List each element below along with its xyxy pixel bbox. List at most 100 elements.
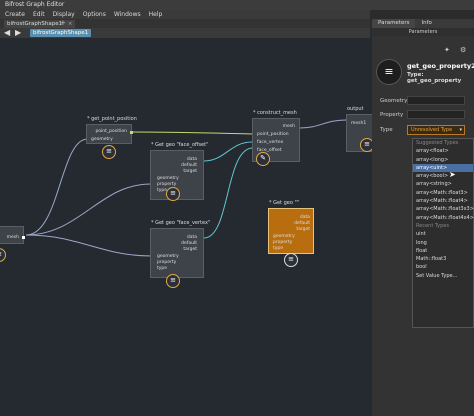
node-badge-icon[interactable]: ≡ bbox=[166, 187, 180, 201]
type-dropdown: Suggested Types array<float> array<long>… bbox=[412, 138, 474, 328]
port-data: data bbox=[186, 157, 197, 162]
tab-info[interactable]: Info bbox=[415, 19, 437, 28]
option-array-uint[interactable]: array<uint> bbox=[413, 163, 473, 173]
port-property: property bbox=[157, 260, 177, 265]
option-array-float3x3[interactable]: array<Math::float3x3> bbox=[413, 205, 474, 213]
option-long[interactable]: long bbox=[413, 239, 473, 247]
menu-display[interactable]: Display bbox=[53, 10, 75, 19]
port-mesh1: mesh1 bbox=[351, 121, 367, 126]
node-badge-icon[interactable]: ✎ bbox=[256, 152, 270, 166]
option-array-bool[interactable]: array<bool> bbox=[413, 172, 473, 180]
port-default: default bbox=[294, 221, 310, 226]
menu-bar: Create Edit Display Options Windows Help bbox=[0, 10, 370, 19]
port-dot[interactable] bbox=[22, 236, 25, 239]
mouse-cursor-icon: ➤ bbox=[449, 170, 456, 179]
menu-help[interactable]: Help bbox=[149, 10, 163, 19]
port-geometry: geometry bbox=[273, 234, 295, 239]
menu-create[interactable]: Create bbox=[5, 10, 25, 19]
port-geometry: geometry bbox=[157, 254, 179, 259]
tab-bar: bifrostGraphShape1 × + bbox=[0, 19, 370, 28]
panel-tabs: Parameters Info bbox=[372, 19, 474, 28]
wire-position-to-mesh bbox=[129, 131, 253, 135]
label-type: Type bbox=[380, 127, 393, 133]
node-badge-icon[interactable]: ≡ bbox=[284, 253, 298, 267]
parameters-panel: Parameters Info Parameters ≡ get_geo_pro… bbox=[372, 19, 474, 416]
port-mesh: mesh bbox=[6, 235, 19, 240]
port-target: target bbox=[183, 247, 197, 252]
dropdown-header: Suggested Types bbox=[416, 140, 459, 146]
node-title: * Get geo "face_vertex" bbox=[151, 220, 211, 226]
back-arrow-icon[interactable]: ◀ bbox=[4, 28, 10, 38]
wire-layer bbox=[25, 119, 347, 257]
node-type: Type: get_geo_property bbox=[407, 72, 462, 84]
geometry-field[interactable] bbox=[407, 96, 465, 105]
option-bool[interactable]: bool bbox=[413, 263, 473, 271]
option-array-float[interactable]: array<float> bbox=[413, 147, 473, 155]
option-set-value-type[interactable]: Set Value Type... bbox=[413, 272, 473, 280]
window-title: Bifrost Graph Editor bbox=[0, 0, 474, 10]
menu-options[interactable]: Options bbox=[83, 10, 106, 19]
option-array-long[interactable]: array<long> bbox=[413, 156, 473, 164]
node-badge-icon[interactable]: ≡ bbox=[166, 274, 180, 288]
option-array-float4[interactable]: array<Math::float4> bbox=[413, 197, 473, 205]
port-geometry: geometry bbox=[91, 137, 113, 142]
port-type: type bbox=[273, 246, 284, 251]
port-default: default bbox=[181, 241, 197, 246]
node-badge-icon[interactable]: ≡ bbox=[102, 145, 116, 159]
nav-bar: ◀ ▶ bifrostGraphShape1 bbox=[0, 28, 370, 38]
option-uint[interactable]: uint bbox=[413, 230, 473, 238]
node-title: output bbox=[347, 106, 364, 112]
section-header: Parameters bbox=[372, 28, 474, 36]
menu-windows[interactable]: Windows bbox=[114, 10, 141, 19]
node-title: * get_point_position bbox=[87, 116, 137, 122]
tab-parameters[interactable]: Parameters bbox=[372, 19, 416, 28]
port-type: type bbox=[157, 266, 168, 271]
option-array-float3[interactable]: array<Math::float3> bbox=[413, 189, 473, 197]
tab-label: bifrostGraphShape1 bbox=[7, 21, 63, 27]
node-get-geo-new-selected[interactable]: * Get geo "" data default target geometr… bbox=[268, 200, 314, 254]
input-node[interactable]: mesh bbox=[0, 226, 25, 244]
dropdown-header: Recent Types bbox=[416, 222, 449, 229]
option-array-float4x4[interactable]: array<Math::float4x4> bbox=[413, 214, 474, 222]
wire-mesh-to-output bbox=[299, 119, 347, 129]
node-title: * Get geo "" bbox=[269, 200, 300, 206]
wire-input-to-face-vertex bbox=[25, 234, 153, 257]
node-title: * Get geo "face_offset" bbox=[151, 142, 209, 148]
menu-edit[interactable]: Edit bbox=[33, 10, 45, 19]
graph-canvas[interactable]: mesh ≡ * get_point_position point_positi… bbox=[0, 38, 372, 416]
label-property: Property bbox=[380, 112, 404, 118]
breadcrumb[interactable]: bifrostGraphShape1 bbox=[30, 29, 92, 37]
type-select-value: Unresolved Type bbox=[411, 127, 453, 133]
port-geometry: geometry bbox=[157, 176, 179, 181]
port-data: data bbox=[186, 235, 197, 240]
port-point-position: point_position bbox=[95, 129, 127, 134]
pin-icon[interactable]: ✦ bbox=[444, 46, 450, 54]
gear-icon[interactable]: ⚙ bbox=[460, 46, 466, 54]
chevron-down-icon: ▾ bbox=[459, 127, 462, 133]
port-target: target bbox=[183, 169, 197, 174]
port-data: data bbox=[299, 215, 310, 220]
label-geometry: Geometry bbox=[380, 98, 408, 104]
node-type-icon: ≡ bbox=[376, 59, 402, 85]
node-get-point-position[interactable]: * get_point_position point_position geom… bbox=[86, 116, 137, 144]
port-default: default bbox=[181, 163, 197, 168]
wire-face-vertex-out bbox=[203, 147, 253, 239]
forward-arrow-icon[interactable]: ▶ bbox=[15, 28, 21, 38]
option-float[interactable]: float bbox=[413, 247, 473, 255]
property-field[interactable] bbox=[407, 110, 465, 119]
node-badge-icon[interactable]: ≡ bbox=[360, 138, 372, 152]
type-select[interactable]: Unresolved Type ▾ bbox=[407, 125, 465, 135]
add-tab-icon[interactable]: + bbox=[60, 19, 66, 28]
wire-input-to-get-point-position bbox=[25, 138, 89, 236]
node-get-geo-face-vertex[interactable]: * Get geo "face_vertex" data default tar… bbox=[150, 220, 210, 278]
option-array-string[interactable]: array<string> bbox=[413, 180, 473, 188]
port-dot[interactable] bbox=[130, 131, 133, 134]
close-icon[interactable]: × bbox=[68, 21, 73, 27]
port-face-vertex: face_vertex bbox=[257, 140, 284, 145]
node-title: * construct_mesh bbox=[253, 110, 297, 116]
port-target: target bbox=[296, 227, 310, 232]
option-float3[interactable]: Math::float3 bbox=[413, 255, 473, 263]
port-point-position: point_position bbox=[257, 132, 289, 137]
port-mesh: mesh bbox=[282, 124, 295, 129]
wire-input-to-face-offset bbox=[25, 183, 153, 236]
